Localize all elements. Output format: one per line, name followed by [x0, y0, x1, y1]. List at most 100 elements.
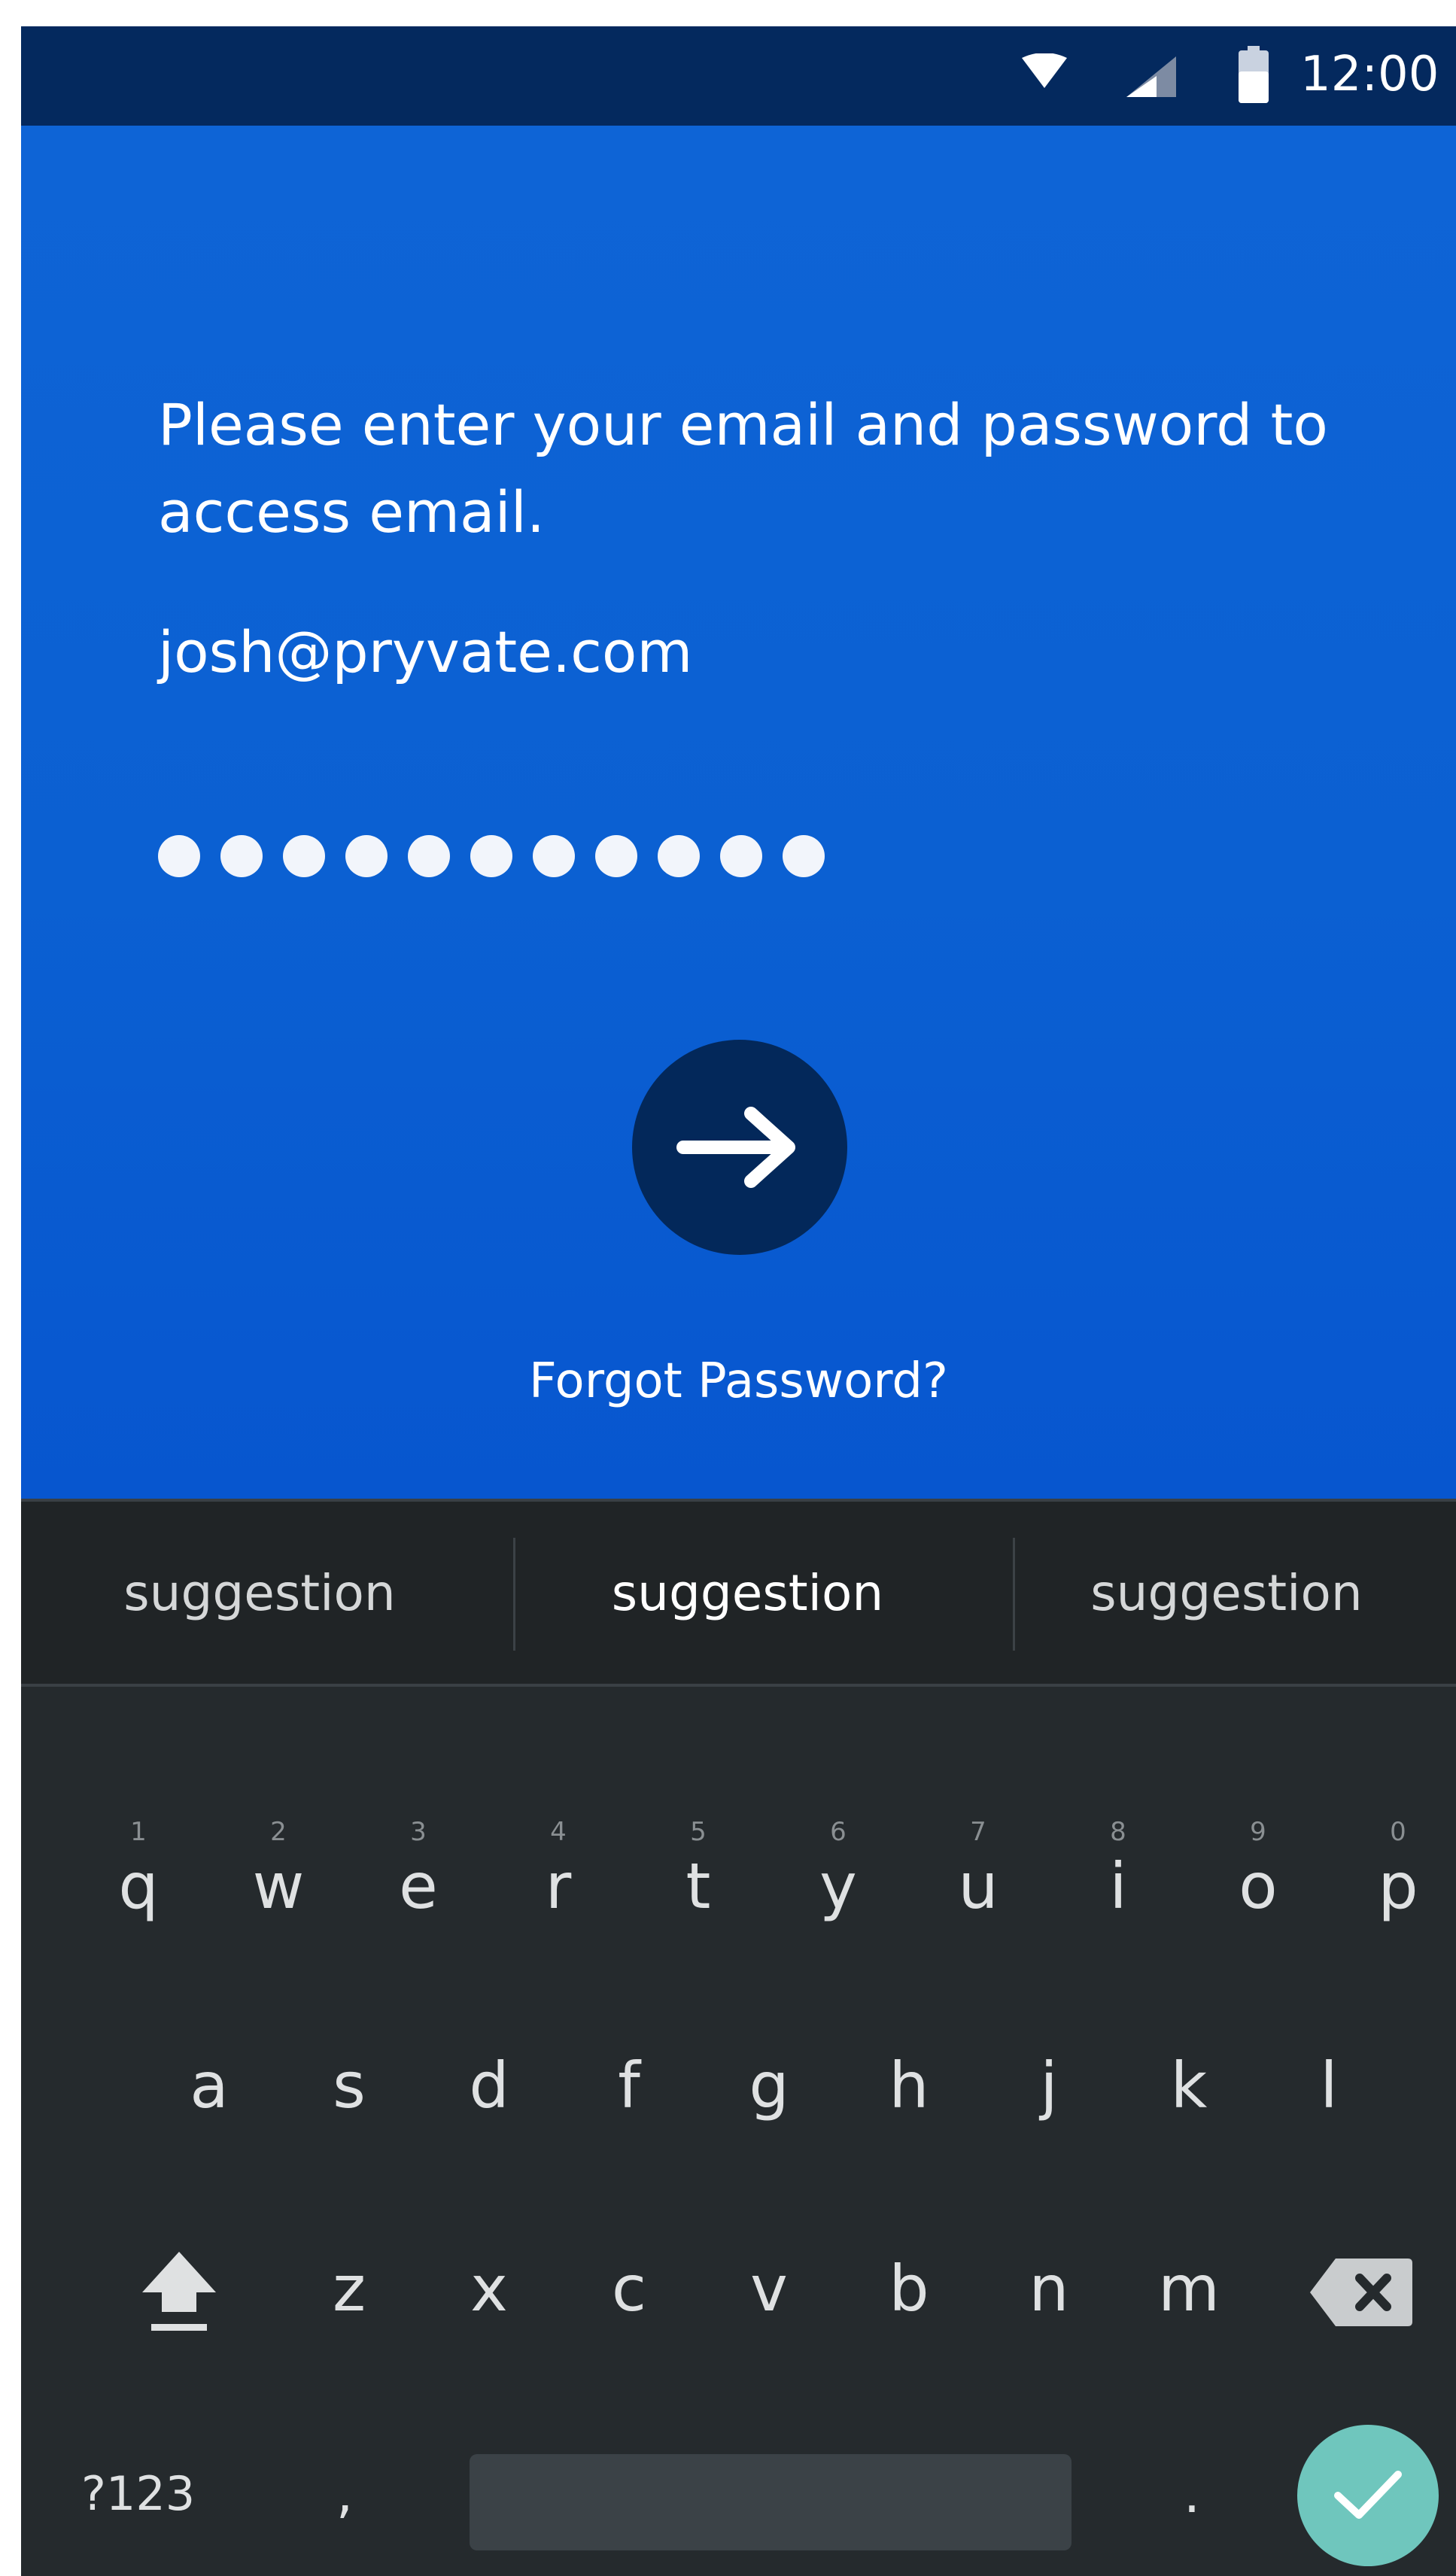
- password-mask-dot: [408, 835, 450, 877]
- backspace-key[interactable]: [1310, 2251, 1415, 2334]
- key[interactable]: 6y: [768, 1817, 908, 1931]
- key[interactable]: 4r: [488, 1817, 628, 1931]
- key[interactable]: n: [979, 2251, 1119, 2334]
- key-number-hint: 8: [1110, 1817, 1126, 1847]
- phone-screen: 12:00 Please enter your email and passwo…: [21, 26, 1456, 2576]
- key-letter: d: [469, 2049, 509, 2122]
- key[interactable]: k: [1119, 2048, 1259, 2131]
- key-letter: g: [749, 2049, 789, 2122]
- key-number-hint: 3: [410, 1817, 427, 1847]
- key[interactable]: j: [979, 2048, 1119, 2131]
- battery-icon: [1239, 46, 1269, 106]
- space-bar[interactable]: [470, 2454, 1071, 2550]
- key[interactable]: s: [279, 2048, 419, 2131]
- key[interactable]: 1q: [68, 1817, 208, 1931]
- key-letter: c: [611, 2252, 647, 2325]
- login-prompt: Please enter your email and password to …: [158, 391, 1328, 545]
- key-letter: j: [1040, 2049, 1058, 2122]
- key-number-hint: 1: [130, 1817, 147, 1847]
- key-number-hint: 7: [970, 1817, 986, 1847]
- key[interactable]: h: [839, 2048, 979, 2131]
- status-bar: 12:00: [21, 26, 1456, 126]
- suggestion-1[interactable]: suggestion: [21, 1502, 498, 1684]
- key[interactable]: x: [419, 2251, 559, 2334]
- key-letter: k: [1170, 2049, 1208, 2122]
- key-letter: t: [685, 1849, 711, 1923]
- key-letter: u: [958, 1849, 999, 1923]
- key[interactable]: m: [1119, 2251, 1259, 2334]
- password-mask-dot: [283, 835, 325, 877]
- password-mask-dot: [720, 835, 762, 877]
- key-letter: e: [399, 1849, 438, 1923]
- key-letter: y: [819, 1849, 857, 1923]
- submit-button[interactable]: [632, 1040, 847, 1255]
- key-letter: o: [1239, 1849, 1278, 1923]
- key-letter: n: [1029, 2252, 1069, 2325]
- key[interactable]: g: [699, 2048, 839, 2131]
- suggestion-3[interactable]: suggestion: [997, 1502, 1456, 1684]
- key-number-hint: 5: [690, 1817, 707, 1847]
- email-field[interactable]: josh@pryvate.com: [158, 615, 692, 690]
- key-letter: m: [1158, 2252, 1220, 2325]
- key[interactable]: 3e: [348, 1817, 488, 1931]
- wifi-icon: [1022, 53, 1067, 93]
- key-letter: h: [889, 2049, 929, 2122]
- key[interactable]: 8i: [1048, 1817, 1188, 1931]
- symbols-key[interactable]: ?123: [81, 2453, 232, 2535]
- password-field[interactable]: [158, 835, 825, 877]
- key[interactable]: z: [279, 2251, 419, 2334]
- password-mask-dot: [158, 835, 200, 877]
- status-time: 12:00: [1300, 47, 1439, 102]
- key[interactable]: 0p: [1328, 1817, 1456, 1931]
- key-letter: l: [1320, 2049, 1338, 2122]
- key-letter: s: [333, 2049, 366, 2122]
- key-letter: b: [889, 2252, 929, 2325]
- checkmark-icon: [1334, 2471, 1402, 2519]
- key[interactable]: a: [139, 2048, 279, 2131]
- cell-signal-icon: [1126, 56, 1176, 100]
- enter-button[interactable]: [1297, 2425, 1439, 2566]
- password-mask-dot: [658, 835, 700, 877]
- shift-key[interactable]: [138, 2246, 220, 2336]
- key[interactable]: 9o: [1188, 1817, 1328, 1931]
- key-letter: x: [470, 2252, 508, 2325]
- key[interactable]: 7u: [908, 1817, 1048, 1931]
- key-letter: r: [545, 1849, 572, 1923]
- key-letter: v: [750, 2252, 788, 2325]
- login-panel: Please enter your email and password to …: [21, 126, 1456, 1499]
- suggestion-strip: suggestion suggestion suggestion: [21, 1499, 1456, 1687]
- key[interactable]: 2w: [208, 1817, 348, 1931]
- key-letter: z: [332, 2252, 366, 2325]
- shift-icon: [142, 2252, 216, 2331]
- suggestion-2[interactable]: suggestion: [498, 1502, 997, 1684]
- arrow-right-icon: [676, 1107, 795, 1188]
- password-mask-dot: [595, 835, 637, 877]
- key[interactable]: c: [559, 2251, 699, 2334]
- key-letter: i: [1109, 1849, 1127, 1923]
- password-mask-dot: [345, 835, 388, 877]
- key[interactable]: d: [419, 2048, 559, 2131]
- key[interactable]: f: [559, 2048, 699, 2131]
- key[interactable]: v: [699, 2251, 839, 2334]
- comma-key[interactable]: ,: [322, 2453, 367, 2535]
- key-number-hint: 2: [270, 1817, 287, 1847]
- key-letter: f: [618, 2049, 640, 2122]
- key-letter: w: [252, 1849, 305, 1923]
- password-mask-dot: [470, 835, 512, 877]
- period-key[interactable]: .: [1169, 2453, 1214, 2535]
- key[interactable]: b: [839, 2251, 979, 2334]
- backspace-icon: [1310, 2259, 1412, 2326]
- key-number-hint: 6: [830, 1817, 847, 1847]
- key-number-hint: 0: [1390, 1817, 1406, 1847]
- key[interactable]: l: [1259, 2048, 1399, 2131]
- password-mask-dot: [220, 835, 263, 877]
- key-number-hint: 4: [550, 1817, 567, 1847]
- forgot-password-link[interactable]: Forgot Password?: [21, 1347, 1456, 1415]
- key-letter: a: [190, 2049, 229, 2122]
- key[interactable]: 5t: [628, 1817, 768, 1931]
- password-mask-dot: [783, 835, 825, 877]
- key-number-hint: 9: [1250, 1817, 1266, 1847]
- key-letter: p: [1378, 1849, 1418, 1923]
- password-mask-dot: [533, 835, 575, 877]
- soft-keyboard: suggestion suggestion suggestion 1q2w3e4…: [21, 1499, 1456, 2576]
